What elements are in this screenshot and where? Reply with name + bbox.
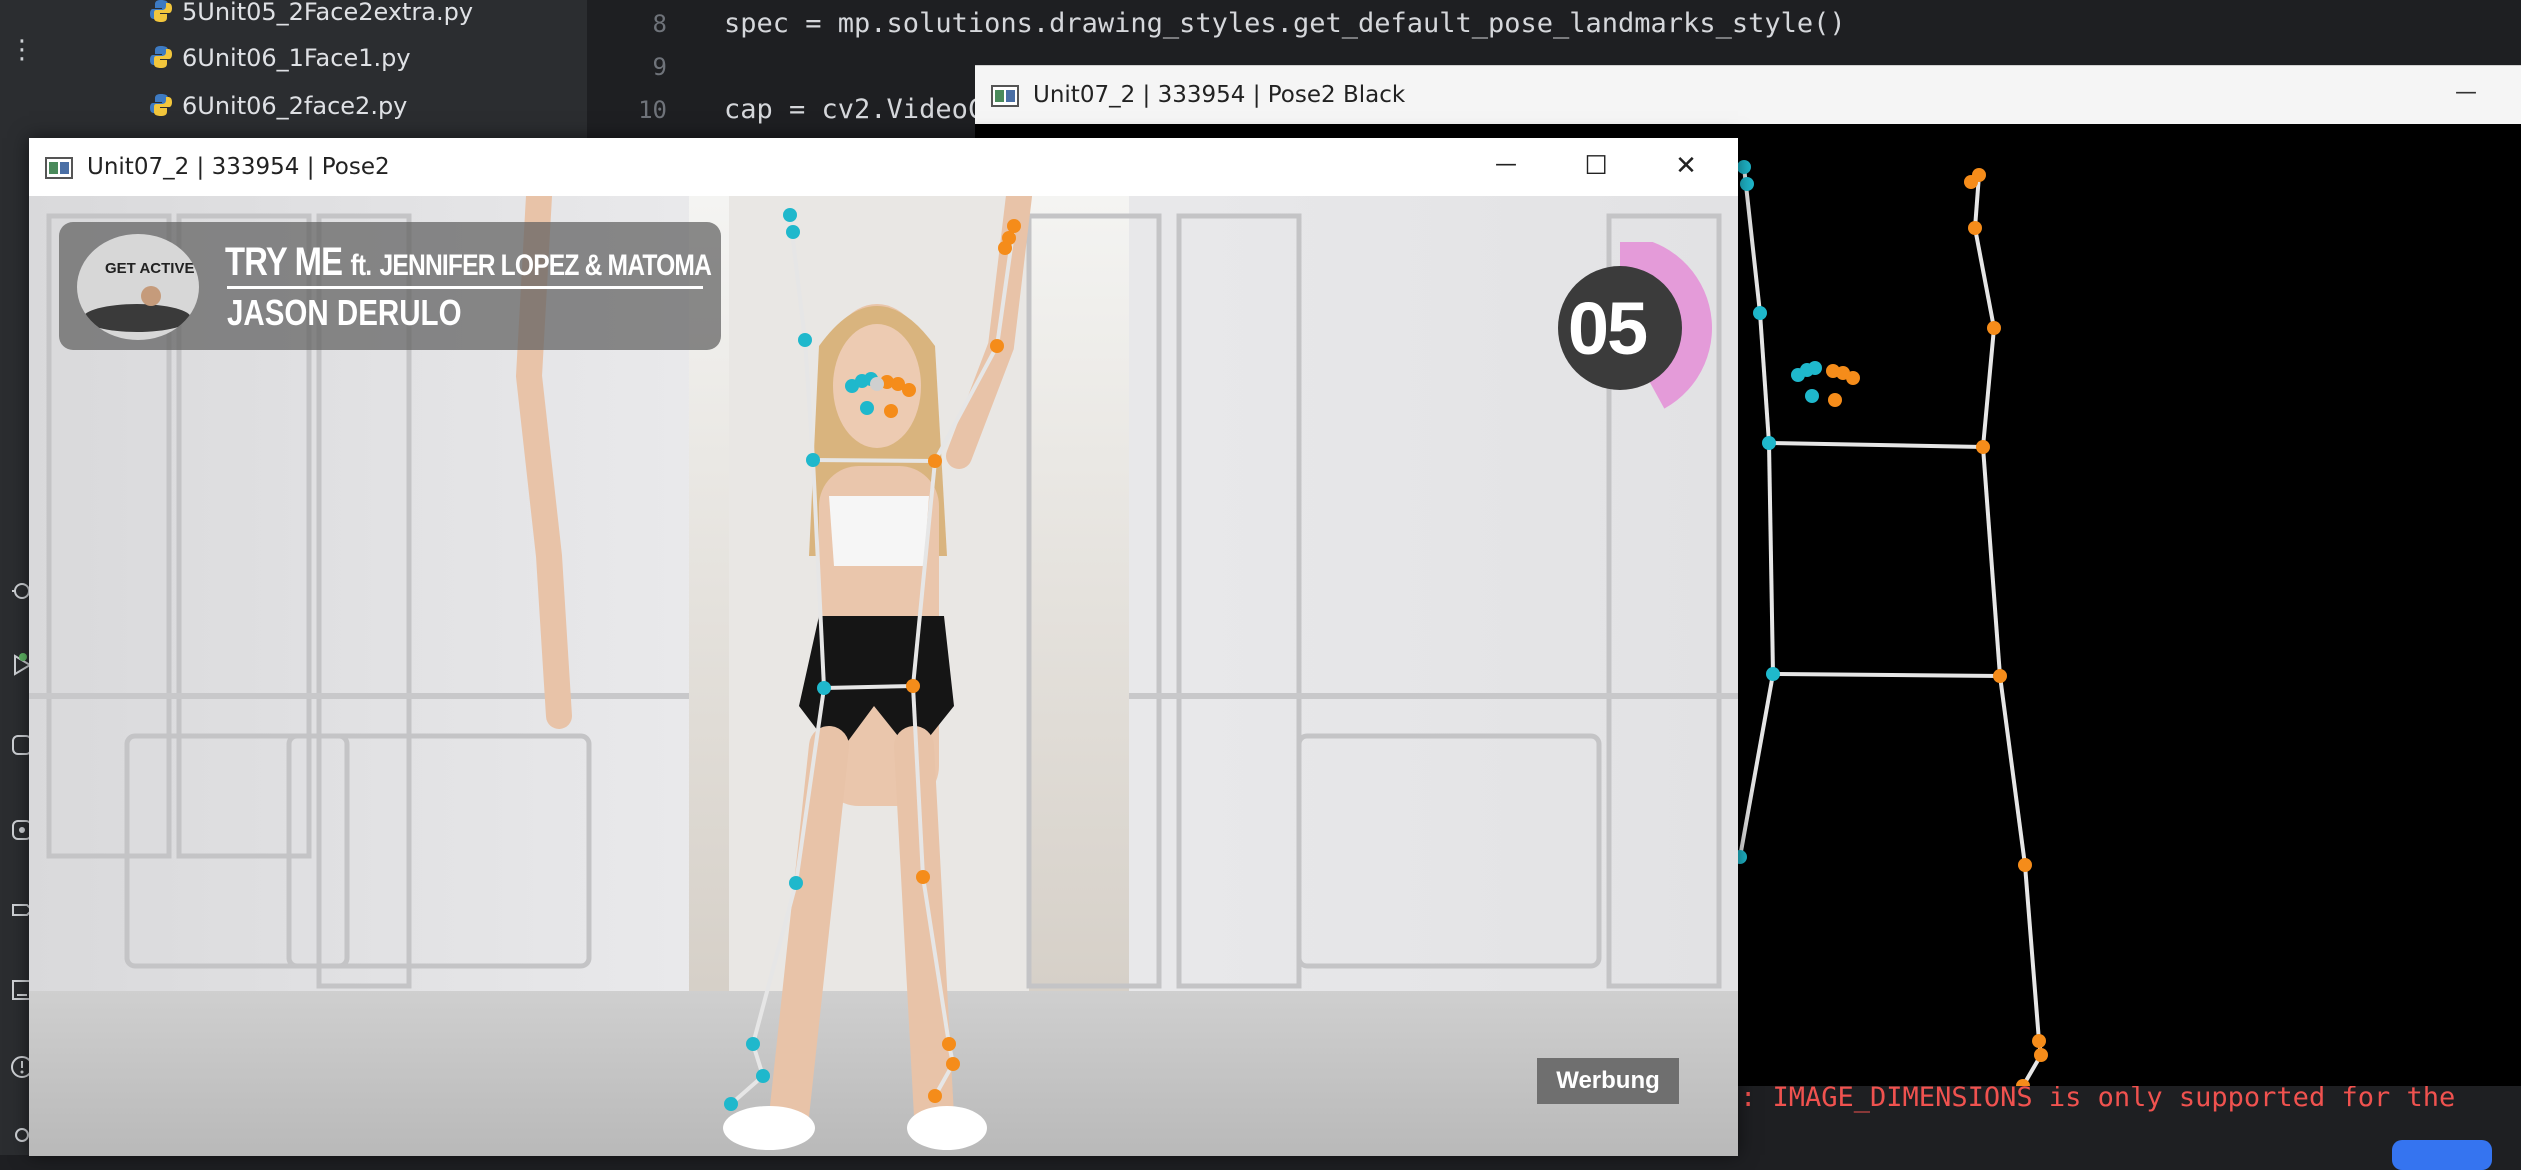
code-line[interactable]: spec = mp.solutions.drawing_styles.get_d…	[724, 8, 1846, 39]
file-item[interactable]: 6Unit06_1Face1.py	[148, 38, 411, 78]
opencv-window-icon	[991, 85, 1019, 107]
title-underline	[227, 286, 703, 289]
more-menu-icon[interactable]: ⋮	[0, 30, 44, 70]
line-number: 9	[652, 53, 667, 81]
python-file-icon	[150, 46, 172, 68]
line-number: 8	[652, 10, 667, 38]
console-error-text: : IMAGE_DIMENSIONS is only supported for…	[1740, 1082, 2456, 1113]
file-name: 6Unit06_2face2.py	[182, 92, 408, 120]
python-file-icon	[150, 0, 172, 22]
artist-name: JASON DERULO	[227, 292, 462, 333]
ad-badge: Werbung	[1537, 1058, 1679, 1104]
status-action-button[interactable]	[2392, 1140, 2492, 1170]
close-button[interactable]: ✕	[1641, 138, 1731, 196]
file-name: 5Unit05_2Face2extra.py	[182, 0, 474, 26]
file-item[interactable]: 5Unit05_2Face2extra.py	[148, 0, 473, 32]
minimize-button[interactable]: —	[1461, 138, 1551, 196]
maximize-button[interactable]: ☐	[1551, 138, 1641, 196]
song-title: TRY ME ft. JENNIFER LOPEZ & MATOMA	[225, 240, 712, 284]
minimize-button[interactable]: —	[2421, 66, 2511, 124]
line-number: 10	[638, 96, 667, 124]
pose-black-titlebar[interactable]: Unit07_2 | 333954 | Pose2 Black —	[975, 66, 2521, 124]
window-title: Unit07_2 | 333954 | Pose2 Black	[1033, 82, 1406, 108]
window-title: Unit07_2 | 333954 | Pose2	[87, 154, 390, 180]
python-file-icon	[150, 94, 172, 116]
opencv-window-icon	[45, 157, 73, 179]
code-line[interactable]: cap = cv2.VideoC	[724, 94, 984, 125]
countdown-value: 05	[1567, 287, 1648, 370]
pose-main-titlebar[interactable]: Unit07_2 | 333954 | Pose2 — ☐ ✕	[29, 138, 1738, 196]
pose-main-window[interactable]: Unit07_2 | 333954 | Pose2 — ☐ ✕ GET ACTI…	[29, 138, 1738, 1156]
album-thumbnail: GET ACTIVE	[77, 234, 199, 340]
song-overlay: GET ACTIVE TRY ME ft. JENNIFER LOPEZ & M…	[59, 222, 721, 350]
file-name: 6Unit06_1Face1.py	[182, 44, 411, 72]
file-item[interactable]: 6Unit06_2face2.py	[148, 86, 407, 126]
video-frame: GET ACTIVE TRY ME ft. JENNIFER LOPEZ & M…	[29, 196, 1738, 1156]
